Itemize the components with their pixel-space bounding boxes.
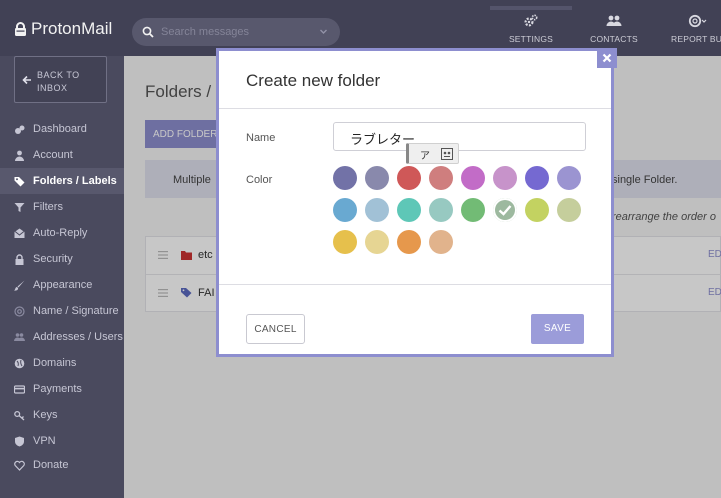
- lock-icon: [15, 253, 24, 265]
- back-label-line1: BACK TO: [37, 70, 80, 80]
- save-button[interactable]: SAVE: [531, 314, 584, 344]
- sidebar-item-label: Donate: [33, 459, 69, 471]
- name-label: Name: [246, 132, 276, 144]
- sidebar-item-vpn[interactable]: VPN: [0, 428, 124, 454]
- sidebar-item-label: Payments: [33, 383, 82, 395]
- heart-icon: [14, 460, 25, 471]
- color-swatch[interactable]: [525, 198, 549, 222]
- filter-icon: [14, 202, 25, 212]
- sidebar-item-label: Auto-Reply: [33, 227, 88, 239]
- shield-icon: [15, 436, 24, 446]
- close-icon: [602, 53, 612, 63]
- sidebar-item-label: Appearance: [33, 279, 93, 291]
- paintbrush-icon: [14, 280, 25, 291]
- cancel-button[interactable]: CANCEL: [246, 314, 305, 344]
- color-swatch[interactable]: [429, 166, 453, 190]
- globe-icon: [14, 358, 25, 368]
- sidebar-item-security[interactable]: Security: [0, 246, 124, 272]
- color-swatch[interactable]: [397, 230, 421, 254]
- sidebar-item-label: Dashboard: [33, 123, 87, 135]
- divider: [219, 284, 611, 285]
- sidebar-item-label: Keys: [33, 409, 58, 421]
- divider: [219, 108, 611, 109]
- color-swatch[interactable]: [557, 166, 581, 190]
- create-folder-modal: Create new folder Name ラブレター ア Color CAN…: [216, 48, 617, 357]
- sidebar-item-name-signature[interactable]: Name / Signature: [0, 298, 124, 324]
- sidebar-item-domains[interactable]: Domains: [0, 350, 124, 376]
- users-icon: [14, 332, 25, 341]
- color-swatch[interactable]: [429, 198, 453, 222]
- color-swatch[interactable]: [333, 230, 357, 254]
- color-swatch[interactable]: [365, 166, 389, 190]
- auto-reply-icon: [14, 228, 25, 238]
- modal-title: Create new folder: [246, 71, 381, 90]
- arrow-left-icon: [22, 75, 31, 85]
- sidebar-item-auto-reply[interactable]: Auto-Reply: [0, 220, 124, 246]
- color-swatch[interactable]: [397, 166, 421, 190]
- sidebar-item-folders-labels[interactable]: Folders / Labels: [0, 168, 124, 194]
- tags-icon: [14, 176, 25, 186]
- sidebar-item-label: Account: [33, 149, 73, 161]
- user-icon: [15, 150, 24, 161]
- sidebar-item-filters[interactable]: Filters: [0, 194, 124, 220]
- color-swatch[interactable]: [333, 166, 357, 190]
- color-label: Color: [246, 174, 273, 186]
- sidebar-item-label: Security: [33, 253, 73, 265]
- color-swatch[interactable]: [493, 198, 517, 222]
- sidebar-item-label: Name / Signature: [33, 305, 119, 317]
- checkmark-icon: [498, 205, 512, 216]
- color-swatch[interactable]: [557, 198, 581, 222]
- back-to-inbox-button[interactable]: BACK TO INBOX: [14, 56, 107, 103]
- back-label-line2: INBOX: [37, 83, 68, 93]
- close-button[interactable]: [597, 48, 617, 68]
- color-swatch[interactable]: [365, 230, 389, 254]
- ime-kana-label: ア: [420, 151, 430, 162]
- sidebar-item-keys[interactable]: Keys: [0, 402, 124, 428]
- sidebar-item-label: VPN: [33, 435, 56, 447]
- sidebar-item-addresses-users[interactable]: Addresses / Users: [0, 324, 124, 350]
- color-swatch[interactable]: [333, 198, 357, 222]
- sidebar-item-label: Domains: [33, 357, 77, 369]
- folder-name-input[interactable]: ラブレター: [333, 122, 586, 151]
- color-swatch[interactable]: [429, 230, 453, 254]
- at-icon: [14, 305, 25, 317]
- color-swatch[interactable]: [365, 198, 389, 222]
- sidebar-item-label: Addresses / Users: [33, 331, 123, 343]
- sidebar-item-appearance[interactable]: Appearance: [0, 272, 124, 298]
- sidebar-item-account[interactable]: Account: [0, 142, 124, 168]
- color-swatch[interactable]: [525, 166, 549, 190]
- color-swatch[interactable]: [461, 198, 485, 222]
- color-swatch[interactable]: [397, 198, 421, 222]
- key-icon: [14, 410, 25, 420]
- sidebar-item-payments[interactable]: Payments: [0, 376, 124, 402]
- credit-card-icon: [14, 384, 25, 394]
- sidebar-item-dashboard[interactable]: Dashboard: [0, 116, 124, 142]
- ime-palette-icon[interactable]: [441, 148, 453, 160]
- sidebar-item-label: Folders / Labels: [33, 175, 117, 187]
- color-swatch[interactable]: [461, 166, 485, 190]
- sidebar-item-donate[interactable]: Donate: [0, 452, 124, 478]
- dashboard-icon: [15, 125, 25, 134]
- color-swatch[interactable]: [493, 166, 517, 190]
- sidebar-item-label: Filters: [33, 201, 63, 213]
- ime-candidate-popup[interactable]: ア: [406, 143, 459, 164]
